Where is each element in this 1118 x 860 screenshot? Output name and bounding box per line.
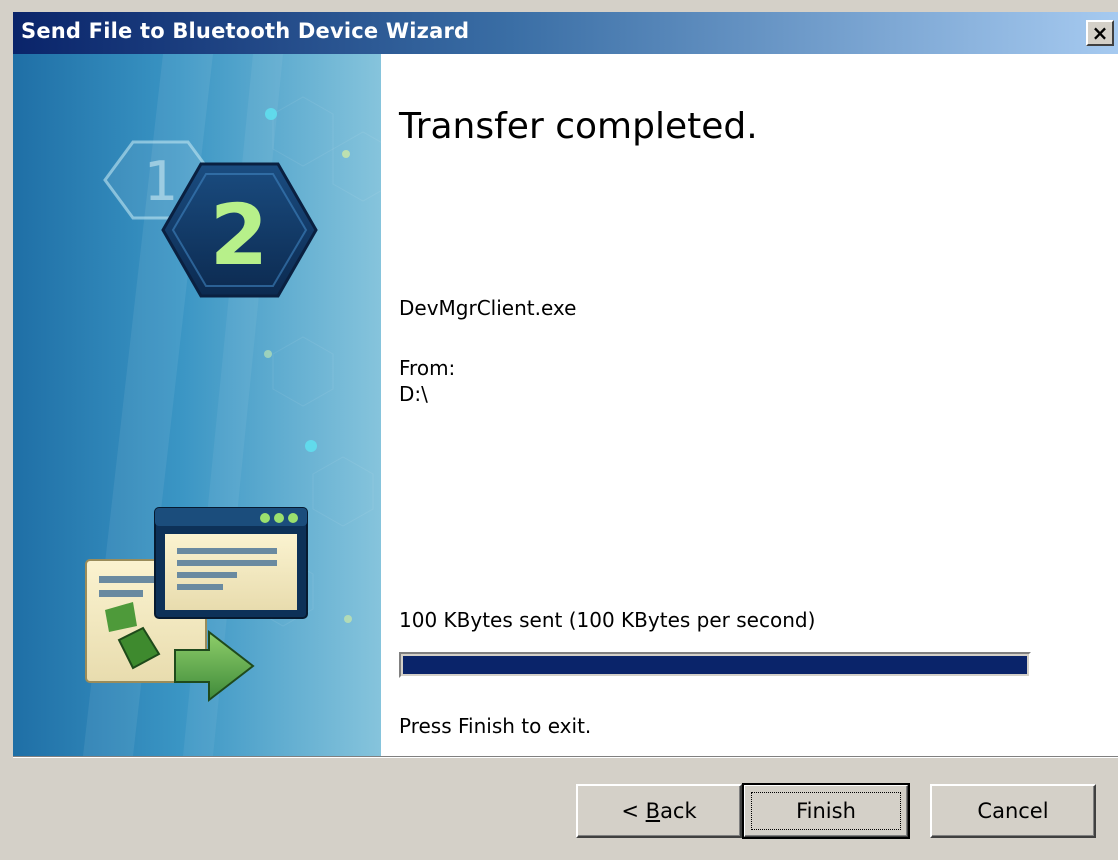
svg-text:2: 2 bbox=[210, 186, 268, 284]
finish-button[interactable]: Finish bbox=[742, 783, 910, 839]
window-title: Send File to Bluetooth Device Wizard bbox=[21, 19, 470, 43]
cancel-button[interactable]: Cancel bbox=[930, 784, 1096, 838]
finish-button-label: Finish bbox=[796, 799, 856, 823]
cancel-button-label: Cancel bbox=[977, 799, 1049, 823]
back-button-label: < Back bbox=[621, 799, 697, 823]
wizard-window: Send File to Bluetooth Device Wizard × 1… bbox=[0, 0, 1118, 860]
wizard-body: 1 2 Transfer completed. DevMgrClient.exe… bbox=[13, 54, 1118, 756]
svg-text:1: 1 bbox=[144, 150, 178, 213]
wizard-side-image: 1 2 bbox=[13, 54, 381, 756]
title-bar[interactable]: Send File to Bluetooth Device Wizard × bbox=[13, 12, 1118, 54]
from-path-value: D:\ bbox=[399, 382, 428, 406]
page-title: Transfer completed. bbox=[399, 106, 758, 147]
wizard-illustration: 1 2 bbox=[13, 54, 381, 756]
wizard-content: Transfer completed. DevMgrClient.exe Fro… bbox=[381, 54, 1118, 756]
progress-fill bbox=[403, 656, 1027, 674]
close-icon: × bbox=[1091, 21, 1109, 45]
transfer-status: 100 KBytes sent (100 KBytes per second) bbox=[399, 608, 816, 632]
close-button[interactable]: × bbox=[1086, 20, 1114, 46]
from-label: From: bbox=[399, 356, 456, 380]
back-button[interactable]: < Back bbox=[576, 784, 742, 838]
instruction-text: Press Finish to exit. bbox=[399, 714, 592, 738]
footer-divider bbox=[13, 756, 1118, 758]
file-name-label: DevMgrClient.exe bbox=[399, 296, 577, 320]
glow-dot bbox=[265, 108, 277, 120]
transfer-progress-bar bbox=[399, 652, 1031, 678]
